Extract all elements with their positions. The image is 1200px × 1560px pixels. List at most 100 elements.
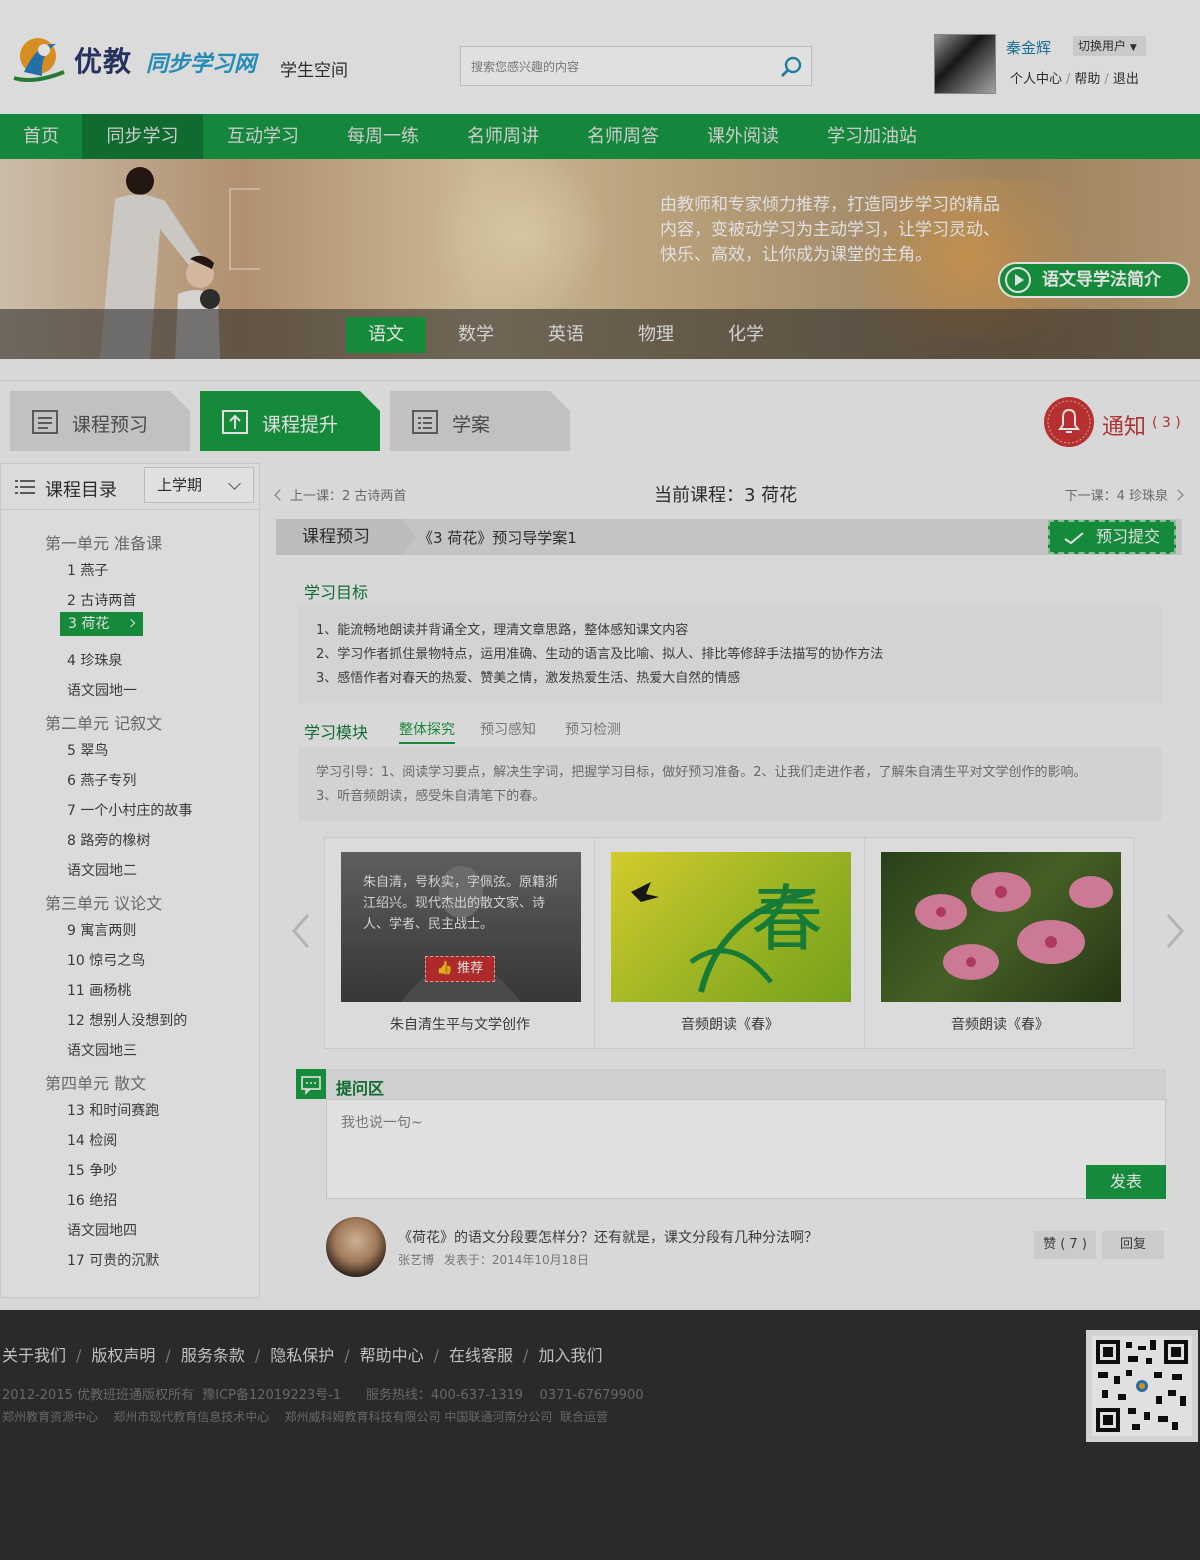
question-area: 提问区 发表 xyxy=(296,1069,1166,1199)
subject-physics[interactable]: 物理 xyxy=(616,317,696,353)
user-avatar[interactable] xyxy=(934,34,996,94)
nav-item-teacher-answers[interactable]: 名师周答 xyxy=(563,114,683,159)
resource-overlay-text: 朱自清，号秋实，字佩弦。原籍浙江绍兴。现代杰出的散文家、诗人、学者、民主战士。 xyxy=(363,875,559,932)
lesson-item-active[interactable]: 3 荷花 xyxy=(60,612,143,636)
tab-course-preview[interactable]: 课程预习 xyxy=(10,391,190,451)
tab-course-improve[interactable]: 课程提升 xyxy=(200,391,380,451)
catalog-title: 课程目录 xyxy=(45,480,117,501)
unit-title[interactable]: 第二单元 记叙文 xyxy=(45,710,162,734)
comment-author[interactable]: 张艺博 xyxy=(398,1253,434,1267)
lesson-item[interactable]: 11 画杨桃 xyxy=(67,980,131,1000)
nav-item-teacher-lecture[interactable]: 名师周讲 xyxy=(443,114,563,159)
document-name[interactable]: 《3 荷花》预习导学案1 xyxy=(418,527,577,548)
link-logout[interactable]: 退出 xyxy=(1113,72,1139,87)
nav-item-interactive[interactable]: 互动学习 xyxy=(203,114,323,159)
user-links: 个人中心 / 帮助 / 退出 xyxy=(1010,72,1139,87)
resource-image xyxy=(881,852,1121,1002)
search-icon[interactable] xyxy=(779,55,803,79)
lesson-item[interactable]: 8 路旁的橡树 xyxy=(67,830,150,850)
tab-course-preview-label: 课程预习 xyxy=(72,414,149,436)
lesson-item[interactable]: 4 珍珠泉 xyxy=(67,650,122,670)
lesson-item[interactable]: 1 燕子 xyxy=(67,560,108,580)
next-lesson-link[interactable]: 下一课：4 珍珠泉 xyxy=(1065,485,1184,504)
unit-title[interactable]: 第四单元 散文 xyxy=(45,1070,146,1094)
commenter-avatar[interactable] xyxy=(326,1217,386,1277)
lesson-item[interactable]: 6 燕子专列 xyxy=(67,770,136,790)
switch-user-label: 切换用户 xyxy=(1078,39,1127,53)
resource-card[interactable]: 朱自清，号秋实，字佩弦。原籍浙江绍兴。现代杰出的散文家、诗人、学者、民主战士。 … xyxy=(325,838,595,1048)
unit-title[interactable]: 第三单元 议论文 xyxy=(45,890,162,914)
footer-link-about[interactable]: 关于我们 xyxy=(2,1346,66,1365)
notice-button[interactable]: 通知 ( 3 ) xyxy=(1044,397,1194,447)
lesson-item[interactable]: 13 和时间赛跑 xyxy=(67,1100,159,1120)
preview-submit-button[interactable]: 预习提交 xyxy=(1048,520,1176,554)
resource-caption: 朱自清生平与文学创作 xyxy=(390,1017,530,1033)
lesson-item[interactable]: 语文园地四 xyxy=(67,1220,137,1240)
site-logo[interactable]: 优教 同步学习网 xyxy=(4,32,274,84)
lesson-item[interactable]: 17 可贵的沉默 xyxy=(67,1250,159,1270)
lesson-item[interactable]: 16 绝招 xyxy=(67,1190,117,1210)
link-help[interactable]: 帮助 xyxy=(1074,72,1100,87)
lesson-item[interactable]: 14 检阅 xyxy=(67,1130,117,1150)
page: 优教 同步学习网 学生空间 秦金辉 切换用户 ▼ 个人中心/帮助/退出 首页 同… xyxy=(0,0,1200,1310)
term-select[interactable]: 上学期 xyxy=(144,467,254,503)
username[interactable]: 秦金辉 xyxy=(1006,37,1051,58)
nav-item-weekly-practice[interactable]: 每周一练 xyxy=(323,114,443,159)
tab-preview-perception[interactable]: 预习感知 xyxy=(480,719,536,739)
lesson-item[interactable]: 语文园地二 xyxy=(67,860,137,880)
footer-link-support[interactable]: 在线客服 xyxy=(449,1346,513,1365)
logo-emblem-icon xyxy=(13,38,65,82)
search-box xyxy=(460,46,812,86)
footer-link-help[interactable]: 帮助中心 xyxy=(360,1346,424,1365)
list-icon xyxy=(412,410,438,434)
post-button[interactable]: 发表 xyxy=(1086,1165,1166,1199)
footer-link-privacy[interactable]: 隐私保护 xyxy=(270,1346,334,1365)
lesson-item[interactable]: 语文园地一 xyxy=(67,680,137,700)
nav-item-extra-reading[interactable]: 课外阅读 xyxy=(683,114,803,159)
tab-study-plan[interactable]: 学案 xyxy=(390,391,570,451)
nav-item-sync-study[interactable]: 同步学习 xyxy=(82,114,203,159)
lesson-item[interactable]: 15 争吵 xyxy=(67,1160,117,1180)
switch-user-button[interactable]: 切换用户 ▼ xyxy=(1073,36,1146,56)
lesson-item[interactable]: 12 想别人没想到的 xyxy=(67,1010,187,1030)
goal-item: 1、能流畅地朗读并背诵全文，理清文章思路，整体感知课文内容 xyxy=(316,623,689,638)
resource-carousel: 朱自清，号秋实，字佩弦。原籍浙江绍兴。现代杰出的散文家、诗人、学者、民主战士。 … xyxy=(324,837,1134,1049)
tab-overall-explore[interactable]: 整体探究 xyxy=(399,719,455,744)
lesson-item[interactable]: 9 寓言两则 xyxy=(67,920,136,940)
spring-art-char: 春 xyxy=(751,877,824,961)
link-profile[interactable]: 个人中心 xyxy=(1010,72,1062,87)
subject-chinese[interactable]: 语文 xyxy=(346,317,426,353)
nav-item-study-station[interactable]: 学习加油站 xyxy=(803,114,941,159)
lesson-item[interactable]: 2 古诗两首 xyxy=(67,590,136,610)
lesson-item[interactable]: 5 翠鸟 xyxy=(67,740,108,760)
like-button[interactable]: 赞 ( 7 ) xyxy=(1034,1231,1096,1259)
space-label: 学生空间 xyxy=(280,61,348,81)
header: 优教 同步学习网 学生空间 秦金辉 切换用户 ▼ 个人中心/帮助/退出 xyxy=(0,0,1200,114)
carousel-next-icon[interactable] xyxy=(1166,913,1186,949)
footer-link-terms[interactable]: 服务条款 xyxy=(181,1346,245,1365)
footer-link-join[interactable]: 加入我们 xyxy=(538,1346,602,1365)
lesson-item[interactable]: 7 一个小村庄的故事 xyxy=(67,800,192,820)
resource-card[interactable]: 音频朗读《春》 xyxy=(865,838,1135,1048)
prev-lesson-link[interactable]: 上一课：2 古诗两首 xyxy=(274,485,406,504)
unit-title[interactable]: 第一单元 准备课 xyxy=(45,530,162,554)
tab-course-improve-label: 课程提升 xyxy=(262,414,339,436)
search-input[interactable] xyxy=(471,57,771,77)
play-icon xyxy=(1005,267,1031,293)
question-input[interactable] xyxy=(326,1099,1166,1199)
lesson-item[interactable]: 语文园地三 xyxy=(67,1040,137,1060)
footer-link-copyright[interactable]: 版权声明 xyxy=(91,1346,155,1365)
subject-chemistry[interactable]: 化学 xyxy=(706,317,786,353)
tab-preview-test[interactable]: 预习检测 xyxy=(565,719,621,739)
resource-card[interactable]: 春 音频朗读《春》 xyxy=(595,838,865,1048)
lesson-item[interactable]: 10 惊弓之鸟 xyxy=(67,950,145,970)
comment-text: 《荷花》的语文分段要怎样分？还有就是，课文分段有几种分法啊？ xyxy=(398,1230,818,1246)
carousel-prev-icon[interactable] xyxy=(290,913,310,949)
intro-video-button[interactable]: 语文导学法简介 xyxy=(998,262,1190,298)
nav-item-home[interactable]: 首页 xyxy=(0,114,82,159)
footer-copyright: 2012-2015 优教班班通版权所有 豫ICP备12019223号-1 服务热… xyxy=(2,1388,644,1403)
reply-button[interactable]: 回复 xyxy=(1102,1231,1164,1259)
subject-english[interactable]: 英语 xyxy=(526,317,606,353)
subject-math[interactable]: 数学 xyxy=(436,317,516,353)
subject-bar: 语文 数学 英语 物理 化学 xyxy=(0,309,1200,359)
